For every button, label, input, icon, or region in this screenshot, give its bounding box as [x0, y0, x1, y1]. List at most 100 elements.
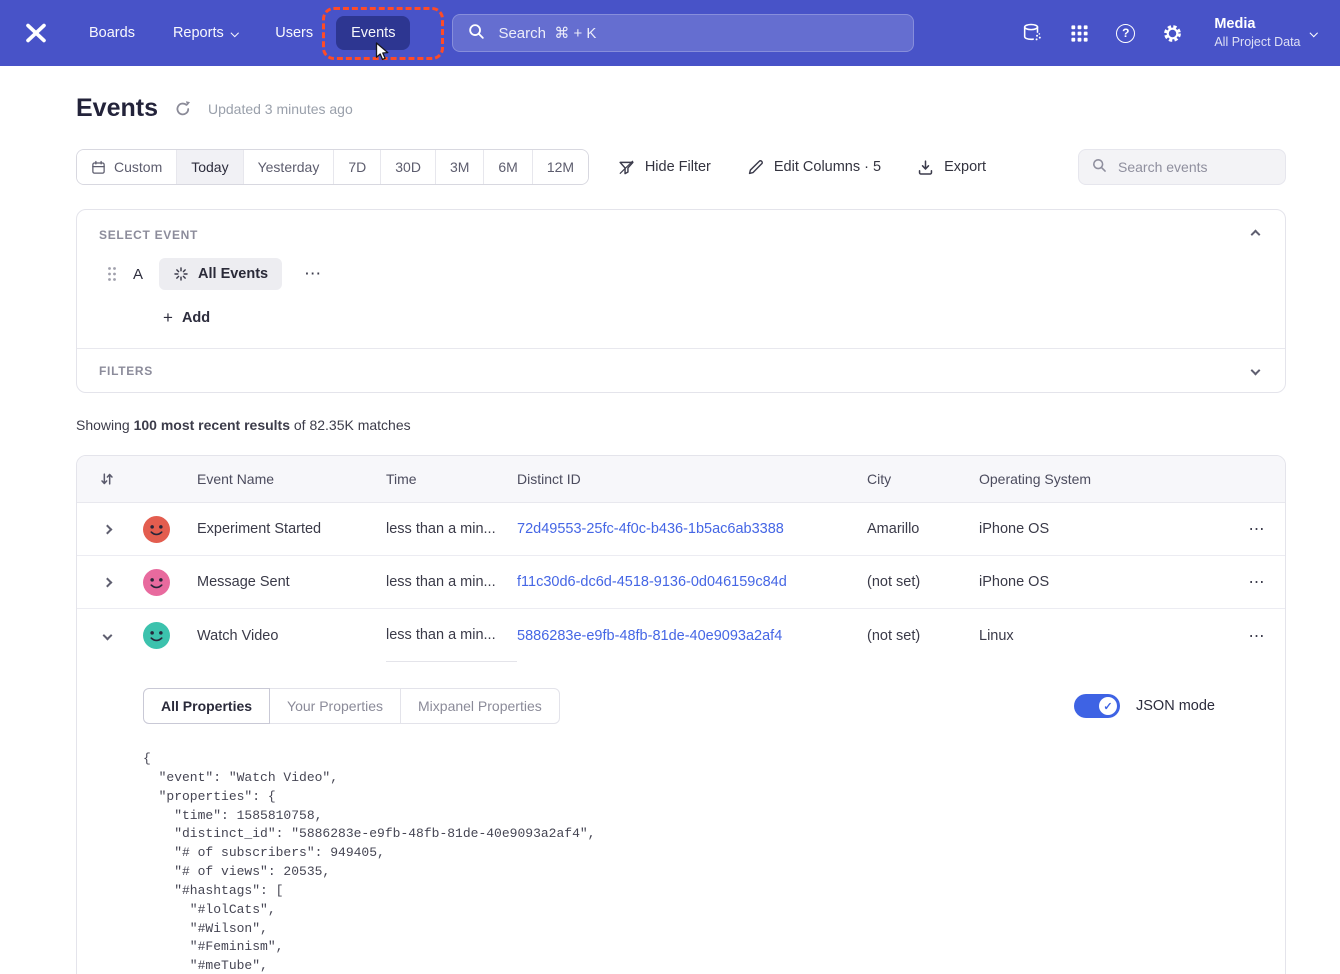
collapse-section-button[interactable] — [1248, 227, 1263, 242]
distinct-id-link[interactable]: 72d49553-25fc-4f0c-b436-1b5ac6ab3388 — [517, 521, 867, 537]
row-overflow-button[interactable]: ⋯ — [1229, 626, 1285, 646]
global-search-input[interactable] — [496, 24, 899, 43]
expand-row-button[interactable] — [77, 526, 137, 533]
event-selector-row: A All Events ⋯ — [77, 242, 1285, 290]
mixpanel-logo-icon[interactable] — [24, 21, 48, 45]
date-range-group: Custom Today Yesterday 7D 30D 3M 6M 12M — [76, 149, 589, 185]
event-overflow-button[interactable]: ⋯ — [298, 264, 328, 284]
nav-item-events[interactable]: Events — [336, 16, 410, 50]
row-overflow-button[interactable]: ⋯ — [1229, 572, 1285, 592]
search-icon — [467, 22, 485, 45]
select-event-card: SELECT EVENT A All Events ⋯ + Add FILTER… — [76, 209, 1286, 393]
filters-label: FILTERS — [99, 364, 153, 378]
nav-item-events-wrapper: Events — [336, 16, 410, 50]
column-city: City — [867, 471, 979, 487]
column-event-name: Event Name — [197, 471, 386, 487]
download-icon — [917, 159, 934, 176]
chevron-down-icon — [1309, 29, 1317, 37]
apps-grid-icon[interactable] — [1070, 24, 1089, 43]
tab-your-properties[interactable]: Your Properties — [269, 688, 401, 724]
city-cell: (not set) — [867, 574, 979, 590]
add-event-button[interactable]: + Add — [163, 308, 210, 328]
time-cell: less than a min... — [386, 521, 517, 537]
select-event-label: SELECT EVENT — [99, 228, 198, 242]
avatar — [137, 516, 197, 543]
date-12m-button[interactable]: 12M — [532, 150, 588, 184]
filters-section-header[interactable]: FILTERS — [77, 348, 1285, 392]
toggle-knob: ✓ — [1099, 697, 1117, 715]
date-custom-button[interactable]: Custom — [77, 150, 176, 184]
expand-row-button[interactable] — [77, 579, 137, 586]
project-selector[interactable]: Media All Project Data — [1214, 15, 1316, 50]
sparkle-icon — [173, 266, 189, 282]
nav-item-boards[interactable]: Boards — [74, 16, 150, 50]
gear-icon[interactable] — [1162, 23, 1183, 44]
select-event-header: SELECT EVENT — [77, 210, 1285, 242]
data-management-icon[interactable] — [1021, 22, 1043, 44]
project-text: Media All Project Data — [1214, 15, 1300, 50]
pencil-icon — [747, 159, 764, 176]
top-navbar: Boards Reports Users Events — [0, 0, 1340, 66]
table-row-expanded[interactable]: Watch Video less than a min... 5886283e-… — [77, 609, 1285, 662]
nav-item-reports[interactable]: Reports — [158, 16, 252, 50]
project-scope: All Project Data — [1214, 34, 1300, 50]
os-cell: Linux — [979, 628, 1229, 644]
hide-filter-button[interactable]: Hide Filter — [618, 159, 711, 176]
search-icon — [1091, 157, 1107, 178]
json-mode-toggle[interactable]: ✓ — [1074, 694, 1120, 718]
global-search[interactable] — [452, 14, 914, 52]
distinct-id-link[interactable]: 5886283e-e9fb-48fb-81de-40e9093a2af4 — [517, 628, 867, 644]
tab-mixpanel-properties[interactable]: Mixpanel Properties — [400, 688, 560, 724]
edit-columns-button[interactable]: Edit Columns · 5 — [747, 159, 881, 176]
time-cell: less than a min... — [386, 574, 517, 590]
nav-item-users[interactable]: Users — [260, 16, 328, 50]
event-name-cell: Experiment Started — [197, 521, 386, 537]
column-time: Time — [386, 471, 517, 487]
table-row[interactable]: Experiment Started less than a min... 72… — [77, 503, 1285, 556]
date-6m-button[interactable]: 6M — [483, 150, 531, 184]
export-button[interactable]: Export — [917, 159, 986, 176]
nav-right-cluster: ? Media All Project Data — [1021, 15, 1316, 50]
date-yesterday-button[interactable]: Yesterday — [243, 150, 334, 184]
event-name-cell: Watch Video — [197, 628, 386, 644]
search-events-input[interactable] — [1116, 158, 1273, 176]
date-30d-button[interactable]: 30D — [380, 150, 435, 184]
tab-all-properties[interactable]: All Properties — [143, 688, 270, 724]
drag-handle-icon[interactable] — [107, 266, 117, 282]
page-title: Events — [76, 94, 158, 123]
events-table: Event Name Time Distinct ID City Operati… — [76, 455, 1286, 974]
json-mode-label: JSON mode — [1136, 698, 1215, 714]
detail-toolbar: All Properties Your Properties Mixpanel … — [143, 688, 1215, 724]
search-events-field[interactable] — [1078, 149, 1286, 185]
avatar — [137, 622, 197, 649]
table-row[interactable]: Message Sent less than a min... f11c30d6… — [77, 556, 1285, 609]
collapse-row-button[interactable] — [77, 632, 137, 639]
time-cell: less than a min... — [386, 609, 517, 662]
row-overflow-button[interactable]: ⋯ — [1229, 519, 1285, 539]
city-cell: (not set) — [867, 628, 979, 644]
city-cell: Amarillo — [867, 521, 979, 537]
page-header: Events Updated 3 minutes ago — [76, 94, 1286, 123]
date-3m-button[interactable]: 3M — [435, 150, 483, 184]
column-operating-system: Operating System — [979, 471, 1229, 487]
last-updated-text: Updated 3 minutes ago — [208, 101, 353, 117]
plus-icon: + — [163, 308, 173, 328]
property-tabs: All Properties Your Properties Mixpanel … — [143, 688, 560, 724]
event-detail-panel: All Properties Your Properties Mixpanel … — [77, 662, 1285, 974]
sort-icon[interactable] — [77, 471, 137, 487]
expand-filters-button[interactable] — [1248, 363, 1263, 378]
results-summary: Showing 100 most recent results of 82.35… — [76, 417, 1286, 433]
toolbar: Custom Today Yesterday 7D 30D 3M 6M 12M … — [76, 149, 1286, 185]
event-row-letter: A — [133, 266, 143, 283]
column-distinct-id: Distinct ID — [517, 471, 867, 487]
hide-filter-icon — [618, 159, 635, 176]
refresh-icon[interactable] — [174, 100, 192, 118]
date-today-button[interactable]: Today — [176, 150, 242, 184]
distinct-id-link[interactable]: f11c30d6-dc6d-4518-9136-0d046159c84d — [517, 574, 867, 590]
help-icon[interactable]: ? — [1116, 24, 1135, 43]
all-events-pill[interactable]: All Events — [159, 258, 282, 290]
date-7d-button[interactable]: 7D — [333, 150, 380, 184]
os-cell: iPhone OS — [979, 574, 1229, 590]
results-count: 100 most recent results — [134, 417, 290, 433]
project-name: Media — [1214, 15, 1300, 34]
